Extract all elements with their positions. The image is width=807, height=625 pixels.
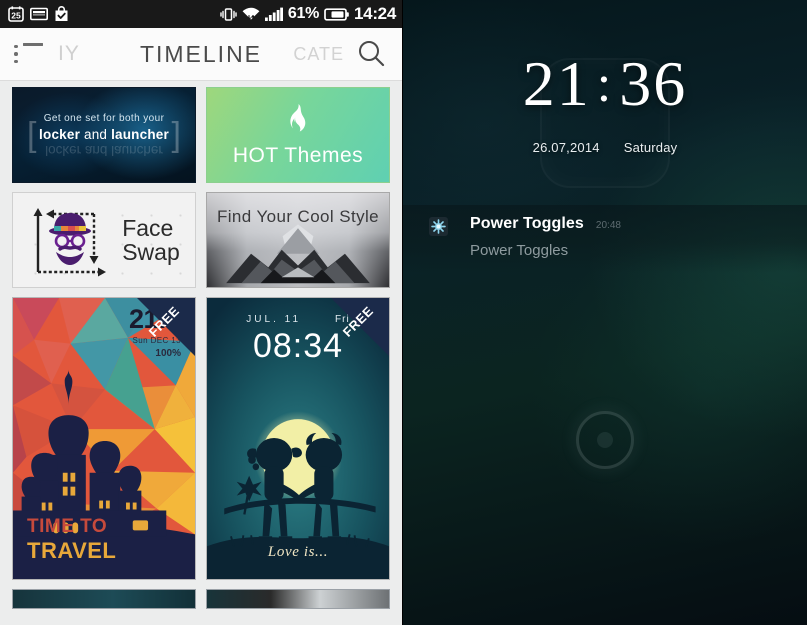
grid-cell xyxy=(201,589,390,609)
face-swap-line1: Face xyxy=(122,214,174,241)
grid-cell: Face Swap xyxy=(12,192,201,288)
banner-locker-launcher[interactable]: [ ] Get one set for both your locker and… xyxy=(12,87,196,183)
notification-subtitle: Power Toggles xyxy=(470,242,569,259)
lockscreen-panel: 21:36 26.07,2014 Saturday Power Toggles… xyxy=(403,0,807,625)
power-toggles-gear-icon xyxy=(429,217,448,236)
flame-icon xyxy=(285,103,311,142)
grid-cell xyxy=(12,589,201,609)
free-badge-ribbon: FREE xyxy=(137,298,195,356)
free-badge-ribbon: FREE xyxy=(331,298,389,356)
travel-title-line2: TRAVEL xyxy=(27,537,117,563)
theme-card-time-to-travel[interactable]: 21:3 Sun DEC 13 100% TIME TO TRAVEL FREE xyxy=(12,297,196,580)
banner-locker-reflection: locker and launcher xyxy=(45,142,163,158)
theme-store-app-panel: 25 61% 14:24 IY TIMELINE CATE [] Get on… xyxy=(0,0,403,625)
grid-cell: Find Your Cool Style xyxy=(201,192,390,288)
theme-card-partial-right[interactable] xyxy=(206,589,390,609)
notification-body: Power Toggles 20:48 Power Toggles xyxy=(470,215,621,259)
banner-face-swap[interactable]: Face Swap xyxy=(12,192,196,288)
svg-text:25: 25 xyxy=(11,10,21,20)
battery-percent-label: 61% xyxy=(287,5,320,22)
theme-card-partial-left[interactable] xyxy=(12,589,196,609)
status-bar-system-icons: 61% 14:24 xyxy=(220,4,396,24)
card-row: Face Swap Find Your Cool Style xyxy=(0,192,402,297)
theme-card-love-is[interactable]: JUL. 11 Fri 08:34 Love is... FREE xyxy=(206,297,390,580)
banner-style-label: Find Your Cool Style xyxy=(216,207,380,226)
battery-icon xyxy=(324,7,349,21)
love-date: JUL. 11 xyxy=(246,314,302,325)
grid-cell: [ ] Get one set for both your locker and… xyxy=(12,87,201,183)
play-store-bag-icon xyxy=(55,6,68,21)
dual-screenshot-composite: 25 61% 14:24 IY TIMELINE CATE [] Get on… xyxy=(0,0,807,625)
face-swap-line2: Swap xyxy=(122,239,180,265)
lockscreen-clock-hours: 21 xyxy=(522,48,591,119)
list-view-icon[interactable] xyxy=(14,43,44,65)
notification-item[interactable]: Power Toggles 20:48 Power Toggles xyxy=(403,215,807,259)
notification-time: 20:48 xyxy=(595,220,621,231)
lockscreen-date: 26.07,2014 xyxy=(532,140,600,155)
lockscreen-notification-area: Power Toggles 20:48 Power Toggles xyxy=(403,205,807,273)
grid-cell: JUL. 11 Fri 08:34 Love is... FREE xyxy=(201,297,390,580)
lockscreen-clock-colon: : xyxy=(596,56,614,113)
banner-locker-word-locker: locker xyxy=(39,126,81,142)
calendar-icon: 25 xyxy=(8,6,24,22)
card-row-partial xyxy=(0,589,402,609)
status-bar-clock: 14:24 xyxy=(354,4,396,23)
status-bar-notification-icons: 25 xyxy=(8,6,69,22)
banner-locker-line1: Get one set for both your xyxy=(43,112,165,124)
status-bar: 25 61% 14:24 xyxy=(0,0,402,28)
bracket-right-decoration: ] xyxy=(171,116,181,154)
tab-my[interactable]: IY xyxy=(58,42,80,66)
unlock-ring-dot xyxy=(597,432,613,448)
grid-cell: 21:3 Sun DEC 13 100% TIME TO TRAVEL FREE xyxy=(12,297,201,580)
hipster-face-icon xyxy=(33,208,107,277)
lockscreen-clock: 21:36 xyxy=(403,52,807,116)
wifi-icon xyxy=(242,7,260,20)
theme-travel-title: TIME TO TRAVEL xyxy=(27,516,116,563)
search-icon[interactable] xyxy=(354,37,388,71)
notification-title: Power Toggles xyxy=(470,215,584,232)
love-caption: Love is... xyxy=(267,544,329,560)
unlock-ring-icon[interactable] xyxy=(576,411,634,469)
banner-face-swap-label: Face Swap xyxy=(122,216,180,264)
theme-card-grid: [ ] Get one set for both your locker and… xyxy=(0,81,402,609)
bracket-left-decoration: [ xyxy=(27,116,37,154)
grid-cell: HOT Themes xyxy=(201,87,390,183)
vibrate-icon xyxy=(220,7,237,21)
card-row: 21:3 Sun DEC 13 100% TIME TO TRAVEL FREE xyxy=(0,297,402,589)
love-clock-hours: 08 xyxy=(252,327,293,365)
banner-hot-themes[interactable]: HOT Themes xyxy=(206,87,390,183)
love-clock-colon: : xyxy=(292,327,304,365)
banner-hot-themes-label: HOT Themes xyxy=(232,143,364,167)
banner-find-your-cool-style[interactable]: Find Your Cool Style xyxy=(206,192,390,288)
banner-locker-word-and: and xyxy=(80,126,112,142)
screenshot-icon xyxy=(30,7,48,21)
signal-bars-icon xyxy=(264,7,283,21)
lockscreen-weekday: Saturday xyxy=(623,140,678,155)
lockscreen-clock-minutes: 36 xyxy=(619,48,688,119)
tab-category[interactable]: CATE xyxy=(293,44,344,65)
banner-locker-line2: locker and launcher xyxy=(39,127,169,142)
lockscreen-date-row: 26.07,2014 Saturday xyxy=(403,140,807,155)
card-row: [ ] Get one set for both your locker and… xyxy=(0,87,402,192)
banner-locker-word-launcher: launcher xyxy=(111,126,169,142)
travel-title-line1: TIME TO xyxy=(27,515,108,537)
notification-header: Power Toggles 20:48 xyxy=(470,215,621,233)
app-bar: IY TIMELINE CATE xyxy=(0,28,402,81)
